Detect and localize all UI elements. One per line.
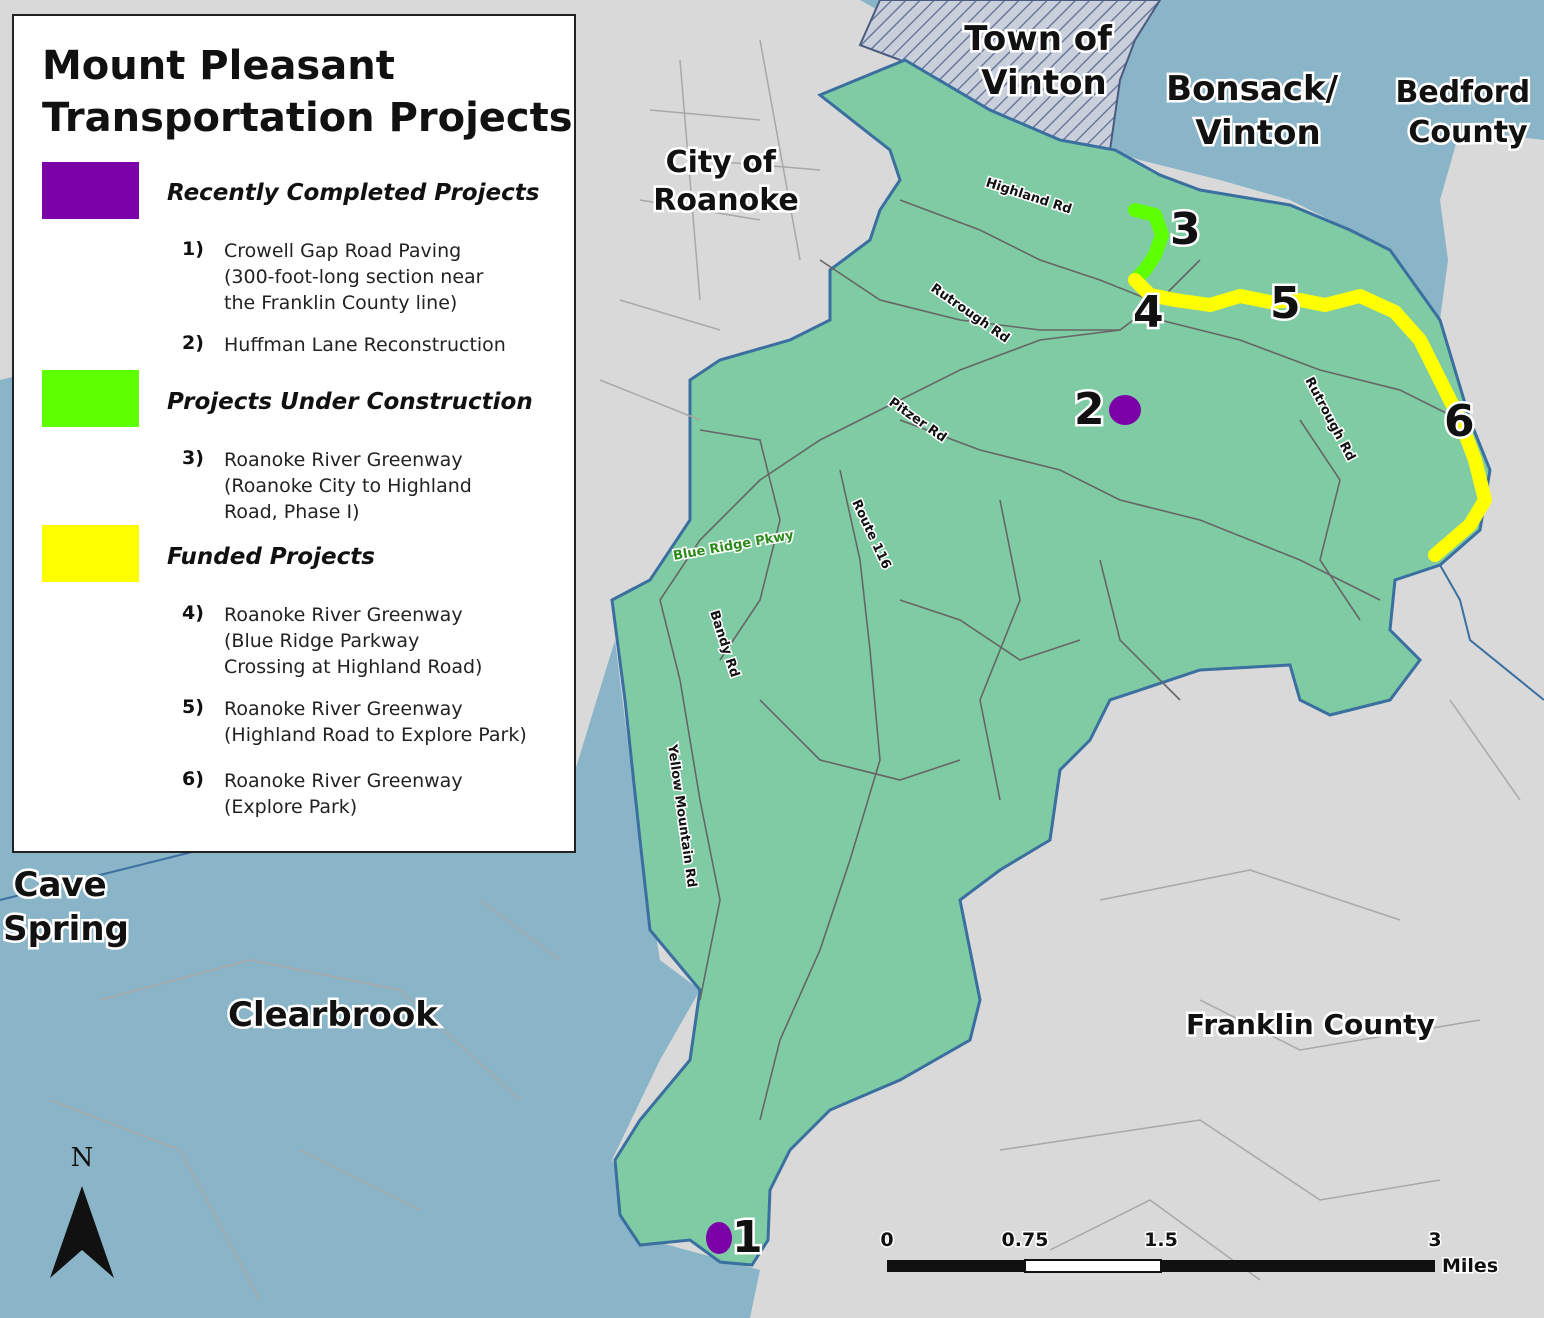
place-roanoke-line2: Roanoke bbox=[653, 183, 798, 218]
scale-unit: Miles bbox=[1442, 1255, 1498, 1277]
scale-tick-0: 0 bbox=[880, 1229, 893, 1251]
legend-item-3-num: 3) bbox=[182, 447, 204, 469]
place-vinton-town-line1: Town of bbox=[964, 19, 1113, 59]
marker-3: 3 bbox=[1170, 204, 1201, 255]
swatch-under-construction bbox=[42, 370, 139, 427]
scale-tick-075: 0.75 bbox=[1002, 1229, 1049, 1251]
legend-panel: Mount Pleasant Transportation Projects R… bbox=[12, 14, 576, 853]
place-vinton-town-line2: Vinton bbox=[981, 63, 1106, 103]
legend-item-6-num: 6) bbox=[182, 768, 204, 790]
place-cave-spring-line2: Spring bbox=[3, 909, 129, 949]
place-bonsack-line1: Bonsack/ bbox=[1166, 69, 1338, 109]
scale-tick-3: 3 bbox=[1428, 1229, 1441, 1251]
marker-5: 5 bbox=[1270, 278, 1301, 329]
legend-title: Mount Pleasant Transportation Projects bbox=[42, 40, 573, 144]
category-construction-label: Projects Under Construction bbox=[167, 389, 533, 415]
place-cave-spring-line1: Cave bbox=[14, 865, 107, 905]
legend-title-line1: Mount Pleasant bbox=[42, 43, 395, 89]
legend-title-line2: Transportation Projects bbox=[42, 95, 573, 141]
place-label-franklin: Franklin County bbox=[1186, 1008, 1435, 1041]
place-bedford-line1: Bedford bbox=[1395, 75, 1530, 110]
legend-item-4-text: Roanoke River Greenway (Blue Ridge Parkw… bbox=[224, 604, 483, 678]
legend-item-5-num: 5) bbox=[182, 696, 204, 718]
marker-4: 4 bbox=[1133, 287, 1164, 338]
project-1-point bbox=[706, 1222, 732, 1254]
marker-6: 6 bbox=[1444, 396, 1475, 447]
place-label-clearbrook: Clearbrook bbox=[228, 995, 439, 1035]
swatch-completed bbox=[42, 162, 139, 219]
north-arrow-label: N bbox=[71, 1143, 94, 1173]
legend-item-3-text: Roanoke River Greenway (Roanoke City to … bbox=[224, 449, 472, 523]
place-bedford-line2: County bbox=[1408, 115, 1528, 150]
legend-item-2-num: 2) bbox=[182, 332, 204, 354]
category-funded-label: Funded Projects bbox=[167, 544, 375, 570]
legend-item-2-text: Huffman Lane Reconstruction bbox=[224, 334, 506, 356]
place-roanoke-line1: City of bbox=[666, 145, 777, 180]
swatch-funded bbox=[42, 525, 139, 582]
legend-item-6-text: Roanoke River Greenway (Explore Park) bbox=[224, 770, 463, 818]
place-bonsack-line2: Vinton bbox=[1195, 113, 1320, 153]
marker-2: 2 bbox=[1074, 384, 1105, 435]
legend-item-5-text: Roanoke River Greenway (Highland Road to… bbox=[224, 698, 527, 746]
project-2-point bbox=[1109, 395, 1141, 425]
scale-tick-15: 1.5 bbox=[1144, 1229, 1178, 1251]
marker-1: 1 bbox=[732, 1212, 763, 1263]
legend-item-1-num: 1) bbox=[182, 238, 204, 260]
category-completed-label: Recently Completed Projects bbox=[167, 180, 540, 206]
legend-item-4-num: 4) bbox=[182, 602, 204, 624]
legend-item-1-text: Crowell Gap Road Paving (300-foot-long s… bbox=[224, 240, 484, 314]
